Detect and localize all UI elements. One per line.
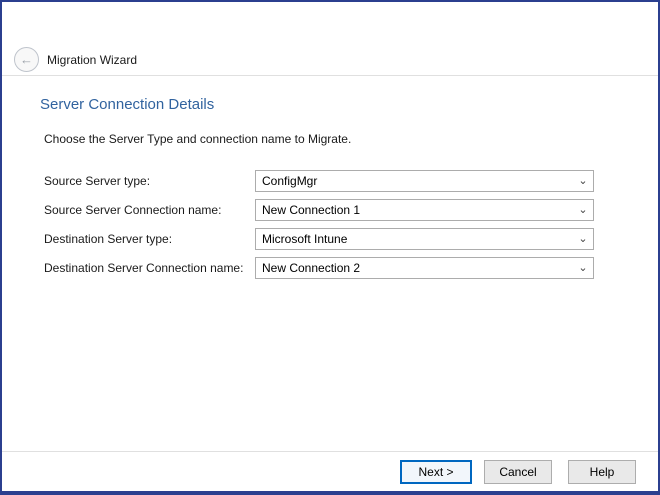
destination-server-type-label: Destination Server type: [44,232,172,246]
destination-server-type-value: Microsoft Intune [256,232,573,246]
wizard-header: ← Migration Wizard [2,2,658,76]
wizard-title: Migration Wizard [47,53,137,67]
source-connection-name-value: New Connection 1 [256,203,573,217]
source-server-type-dropdown[interactable]: ConfigMgr ⌄ [255,170,594,192]
page-subtitle: Choose the Server Type and connection na… [44,132,351,146]
cancel-button[interactable]: Cancel [484,460,552,484]
source-server-type-label: Source Server type: [44,174,150,188]
page-title: Server Connection Details [40,96,214,113]
footer-divider [2,451,658,452]
source-connection-name-dropdown[interactable]: New Connection 1 ⌄ [255,199,594,221]
chevron-down-icon[interactable]: ⌄ [573,171,593,191]
destination-connection-name-value: New Connection 2 [256,261,573,275]
next-button[interactable]: Next > [400,460,472,484]
help-button[interactable]: Help [568,460,636,484]
chevron-down-icon[interactable]: ⌄ [573,258,593,278]
destination-connection-name-label: Destination Server Connection name: [44,261,243,275]
destination-server-type-dropdown[interactable]: Microsoft Intune ⌄ [255,228,594,250]
chevron-down-icon[interactable]: ⌄ [573,200,593,220]
migration-wizard-window: ✕ ← Migration Wizard Server Connection D… [0,0,660,495]
back-icon[interactable]: ← [14,47,39,72]
source-server-type-value: ConfigMgr [256,174,573,188]
destination-connection-name-dropdown[interactable]: New Connection 2 ⌄ [255,257,594,279]
source-connection-name-label: Source Server Connection name: [44,203,221,217]
chevron-down-icon[interactable]: ⌄ [573,229,593,249]
